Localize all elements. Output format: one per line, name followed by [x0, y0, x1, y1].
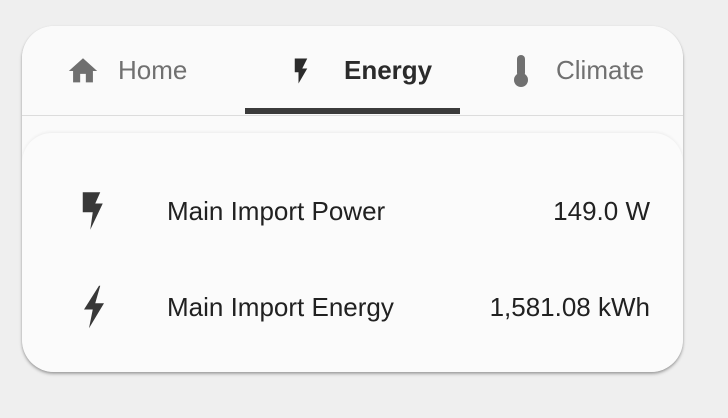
tab-climate[interactable]: Climate	[504, 26, 644, 115]
entities-card: Main Import Power 149.0 W Main Import En…	[22, 133, 683, 372]
tab-energy[interactable]: Energy	[284, 26, 432, 115]
tab-energy-label: Energy	[344, 55, 433, 85]
lightning-bolt-outline-icon	[76, 285, 112, 329]
tab-home[interactable]: Home	[66, 26, 187, 115]
entity-state: 149.0 W	[553, 195, 650, 226]
entity-row-main-import-power[interactable]: Main Import Power 149.0 W	[22, 181, 683, 241]
lightning-bolt-icon	[284, 54, 318, 88]
tab-bar: Home Energy Climate	[22, 26, 683, 116]
tab-climate-label: Climate	[556, 55, 645, 85]
home-icon	[66, 54, 100, 88]
dashboard-card: Home Energy Climate Main Import Power 14…	[22, 26, 683, 372]
entity-row-main-import-energy[interactable]: Main Import Energy 1,581.08 kWh	[22, 277, 683, 337]
flash-icon	[76, 189, 112, 233]
entity-name: Main Import Energy	[167, 291, 394, 322]
active-tab-indicator	[245, 108, 460, 114]
tab-home-label: Home	[118, 55, 188, 85]
thermometer-icon	[504, 54, 538, 88]
entity-state: 1,581.08 kWh	[489, 291, 650, 322]
entity-name: Main Import Power	[167, 195, 386, 226]
